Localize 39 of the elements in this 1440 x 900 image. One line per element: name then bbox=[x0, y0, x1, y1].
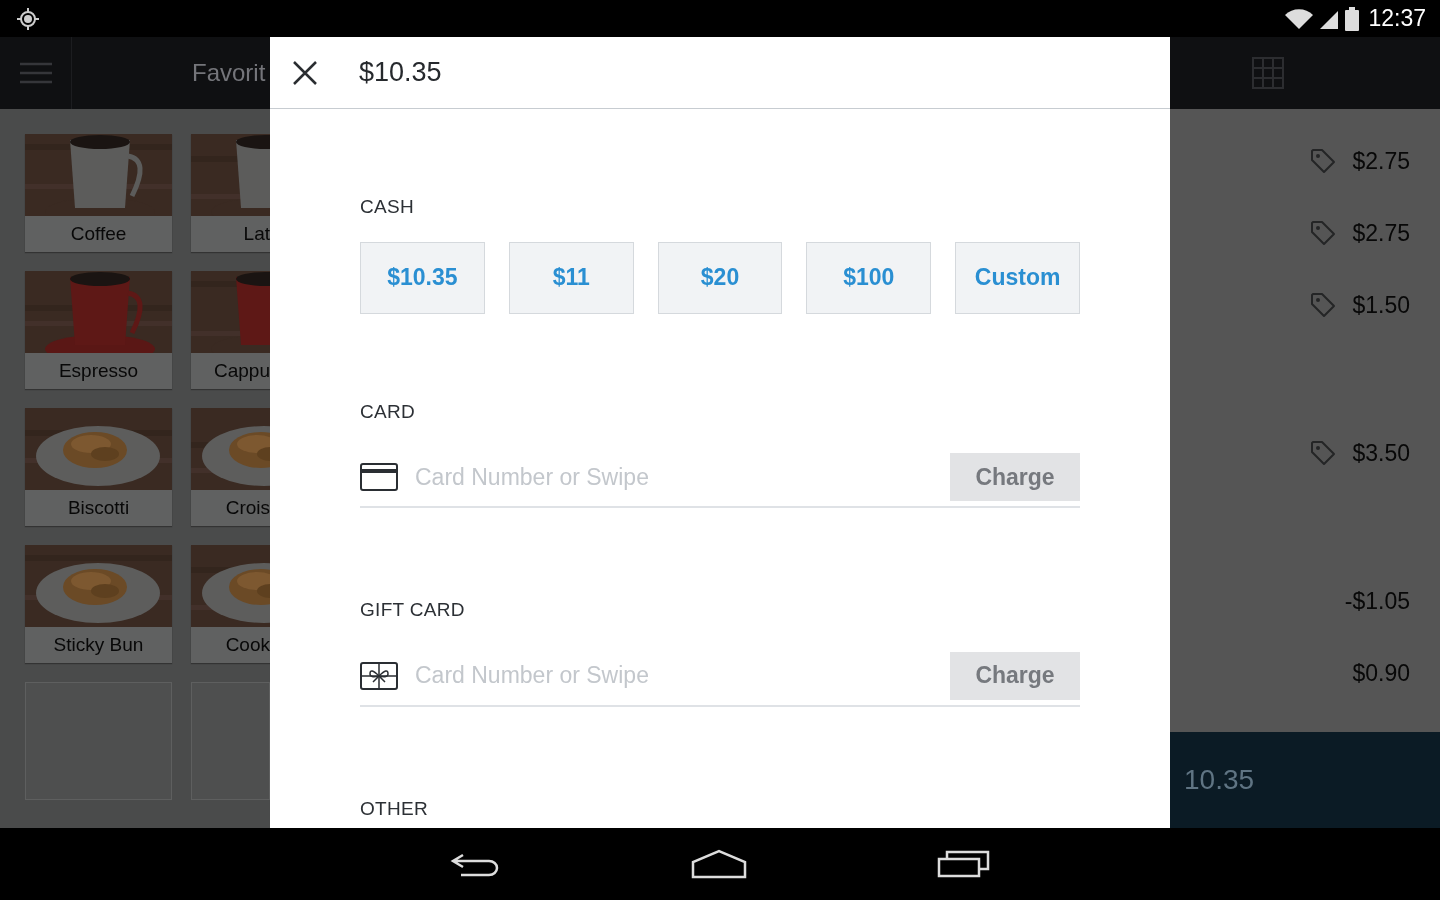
close-icon bbox=[292, 59, 318, 86]
tile-label: Coffee bbox=[69, 222, 128, 246]
cash-amount-button[interactable]: $20 bbox=[657, 241, 783, 314]
clock-time: 12:37 bbox=[1368, 4, 1426, 34]
cash-amount-button[interactable]: $100 bbox=[806, 241, 932, 314]
location-icon bbox=[16, 6, 40, 31]
cash-amount-button[interactable]: $10.35 bbox=[360, 241, 485, 314]
line-price: -$1.05 bbox=[1344, 586, 1410, 616]
recent-apps-icon[interactable] bbox=[937, 849, 991, 879]
tile-label: Biscotti bbox=[66, 496, 131, 520]
tag-icon bbox=[1310, 440, 1337, 466]
section-label: CARD bbox=[360, 399, 417, 424]
tag-icon bbox=[1310, 220, 1337, 246]
charge-bar[interactable]: 10.35 bbox=[1170, 732, 1440, 828]
tile-label: Cappu bbox=[213, 359, 270, 383]
gift-card-icon bbox=[360, 661, 398, 690]
section-label: CASH bbox=[360, 195, 415, 219]
line-price: $2.75 bbox=[1352, 146, 1410, 176]
credit-card-icon bbox=[360, 463, 398, 491]
section-label: OTHER bbox=[360, 796, 429, 821]
app-title: Favorit bbox=[192, 58, 266, 88]
tag-icon bbox=[1310, 292, 1337, 318]
line-price: $1.50 bbox=[1352, 290, 1410, 320]
cash-amount-button[interactable]: Custom bbox=[955, 241, 1080, 314]
line-price: $3.50 bbox=[1352, 438, 1410, 468]
battery-icon bbox=[1344, 6, 1361, 31]
tile-label: Crois bbox=[224, 496, 270, 520]
tile-label: Cook bbox=[224, 633, 270, 657]
dialog-title: $10.35 bbox=[359, 56, 442, 90]
tag-icon bbox=[1310, 148, 1337, 174]
line-price: $0.90 bbox=[1352, 658, 1410, 688]
section-label: GIFT CARD bbox=[360, 598, 466, 622]
cash-amount-button[interactable]: $11 bbox=[508, 241, 634, 314]
tile-label: Lat bbox=[242, 222, 270, 246]
home-icon[interactable] bbox=[691, 849, 747, 879]
tile-label: Espresso bbox=[57, 359, 140, 383]
line-price: $2.75 bbox=[1352, 218, 1410, 248]
tile-label: Sticky Bun bbox=[52, 633, 145, 657]
wifi-icon bbox=[1284, 7, 1315, 30]
